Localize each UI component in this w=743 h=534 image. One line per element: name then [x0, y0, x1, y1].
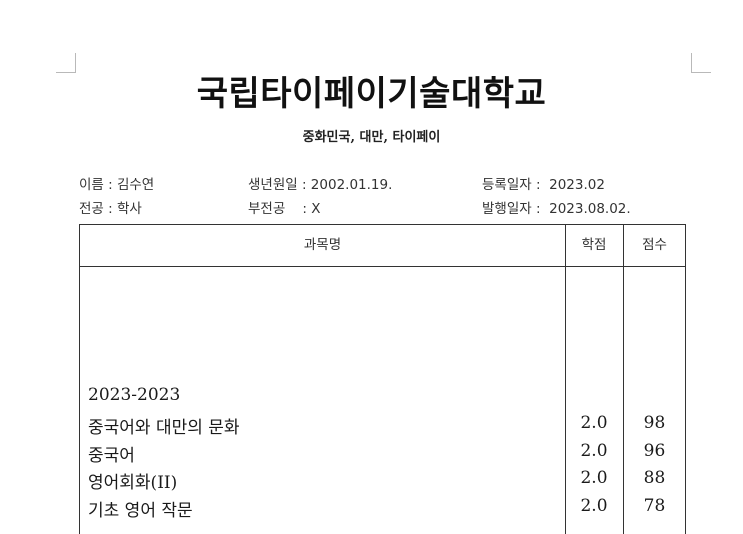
header-credit: 학점: [581, 237, 607, 253]
course-name: 중국어: [88, 446, 135, 466]
course-credit: 2.0: [580, 496, 608, 516]
major: 전공 : 학사: [79, 201, 142, 217]
header-score: 점수: [642, 237, 667, 253]
grade-table: 과목명 학점 점수 2023-2023 중국어와 대만의 문화 2.0 98 중…: [79, 224, 686, 534]
table-row: 중국어와 대만의 문화 2.0 98: [80, 413, 686, 441]
table-row: 중국어 2.0 96: [80, 441, 686, 469]
course-name: 기초 영어 작문: [88, 501, 193, 521]
term-row: 2023-2023: [80, 385, 686, 413]
minor: 부전공 : X: [248, 201, 321, 217]
term-label: 2023-2023: [88, 385, 181, 405]
header-subject: 과목명: [303, 237, 342, 253]
header-divider: [80, 266, 685, 267]
location-subtitle: 중화민국, 대만, 타이페이: [302, 130, 441, 145]
student-name: 이름 : 김수연: [79, 177, 155, 193]
course-credit: 2.0: [580, 468, 608, 488]
course-score: 98: [643, 413, 666, 433]
transcript-page: 국립타이페이기술대학교 중화민국, 대만, 타이페이 이름 : 김수연 생년원일…: [0, 0, 743, 534]
course-credit: 2.0: [580, 441, 608, 461]
birth-date: 생년원일 : 2002.01.19.: [248, 177, 393, 193]
table-row: 기초 영어 작문 2.0 78: [80, 496, 686, 524]
table-row: 영어회화(II) 2.0 88: [80, 468, 686, 496]
course-score: 96: [643, 441, 666, 461]
course-name: 중국어와 대만의 문화: [88, 418, 240, 438]
university-title: 국립타이페이기술대학교: [196, 74, 547, 114]
course-name: 영어회화(II): [88, 473, 178, 493]
course-score: 78: [643, 496, 666, 516]
course-credit: 2.0: [580, 413, 608, 433]
issue-date: 발행일자 : 2023.08.02.: [482, 201, 631, 217]
course-score: 88: [643, 468, 666, 488]
enrollment-date: 등록일자 : 2023.02: [482, 177, 605, 193]
